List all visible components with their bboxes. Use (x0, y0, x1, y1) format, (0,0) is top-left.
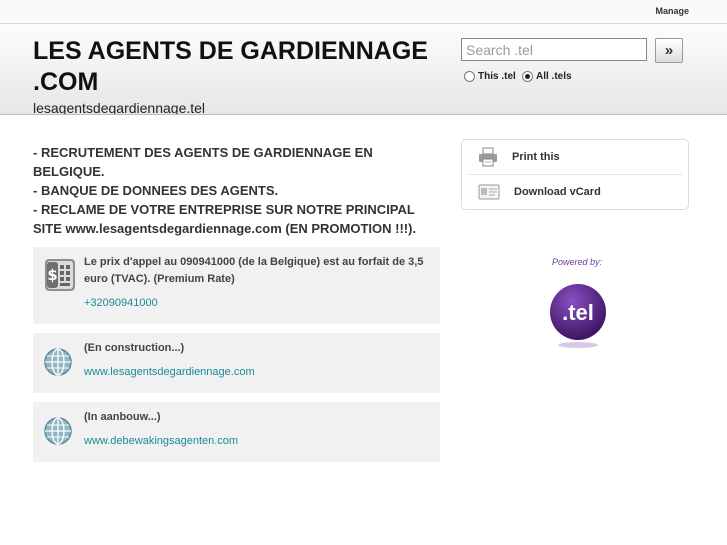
print-label: Print this (512, 151, 560, 163)
scope-this-tel[interactable]: This .tel (464, 71, 516, 82)
card-text: (In aanbouw...) (84, 411, 161, 423)
contact-card-website-2: (In aanbouw...) www.debewakingsagenten.c… (33, 402, 440, 462)
globe-icon (44, 417, 72, 445)
powered-by-label: Powered by: (552, 257, 603, 267)
contact-card-website-1: (En construction...) www.lesagentsdegard… (33, 333, 440, 393)
manage-link[interactable]: Manage (655, 6, 689, 16)
svg-text:$: $ (47, 266, 57, 284)
scope-this-radio[interactable] (464, 71, 475, 82)
website-link[interactable]: www.debewakingsagenten.com (84, 435, 238, 447)
site-title: LES AGENTS DE GARDIENNAGE .COM (33, 36, 443, 98)
site-title-line2: .COM (33, 68, 99, 96)
site-title-line1: LES AGENTS DE GARDIENNAGE (33, 37, 428, 65)
scope-all-radio[interactable] (522, 71, 533, 82)
description-line: - RECRUTEMENT DES AGENTS DE GARDIENNAGE … (33, 145, 373, 179)
scope-all-label: All .tels (536, 71, 572, 82)
scope-this-label: This .tel (478, 71, 516, 82)
search-input[interactable] (461, 38, 647, 61)
premium-phone-icon: $ (45, 259, 75, 291)
subdomain-label: lesagentsdegardiennage.tel (33, 100, 206, 115)
header: LES AGENTS DE GARDIENNAGE .COM lesagents… (0, 24, 727, 115)
description: - RECRUTEMENT DES AGENTS DE GARDIENNAGE … (33, 143, 443, 238)
vcard-label: Download vCard (514, 186, 601, 198)
tel-logo[interactable]: .tel (548, 282, 608, 350)
print-button[interactable]: Print this (478, 145, 678, 169)
card-text: Le prix d'appel au 090941000 (de la Belg… (84, 256, 424, 285)
top-bar: Manage (0, 0, 727, 24)
printer-icon (479, 147, 497, 167)
vcard-icon (478, 184, 500, 200)
divider (468, 174, 682, 175)
download-vcard-button[interactable]: Download vCard (478, 180, 678, 204)
globe-icon (44, 348, 72, 376)
contact-card-phone: $ Le prix d'appel au 090941000 (de la Be… (33, 247, 440, 324)
phone-link[interactable]: +32090941000 (84, 297, 158, 309)
actions-panel: Print this Download vCard (461, 139, 689, 210)
svg-text:.tel: .tel (562, 300, 594, 325)
card-text: (En construction...) (84, 342, 185, 354)
search-button[interactable]: » (655, 38, 683, 63)
description-line: - RECLAME DE VOTRE ENTREPRISE SUR NOTRE … (33, 202, 417, 236)
website-link[interactable]: www.lesagentsdegardiennage.com (84, 366, 255, 378)
description-line: - BANQUE DE DONNEES DES AGENTS. (33, 183, 279, 198)
scope-all-tels[interactable]: All .tels (522, 71, 572, 82)
